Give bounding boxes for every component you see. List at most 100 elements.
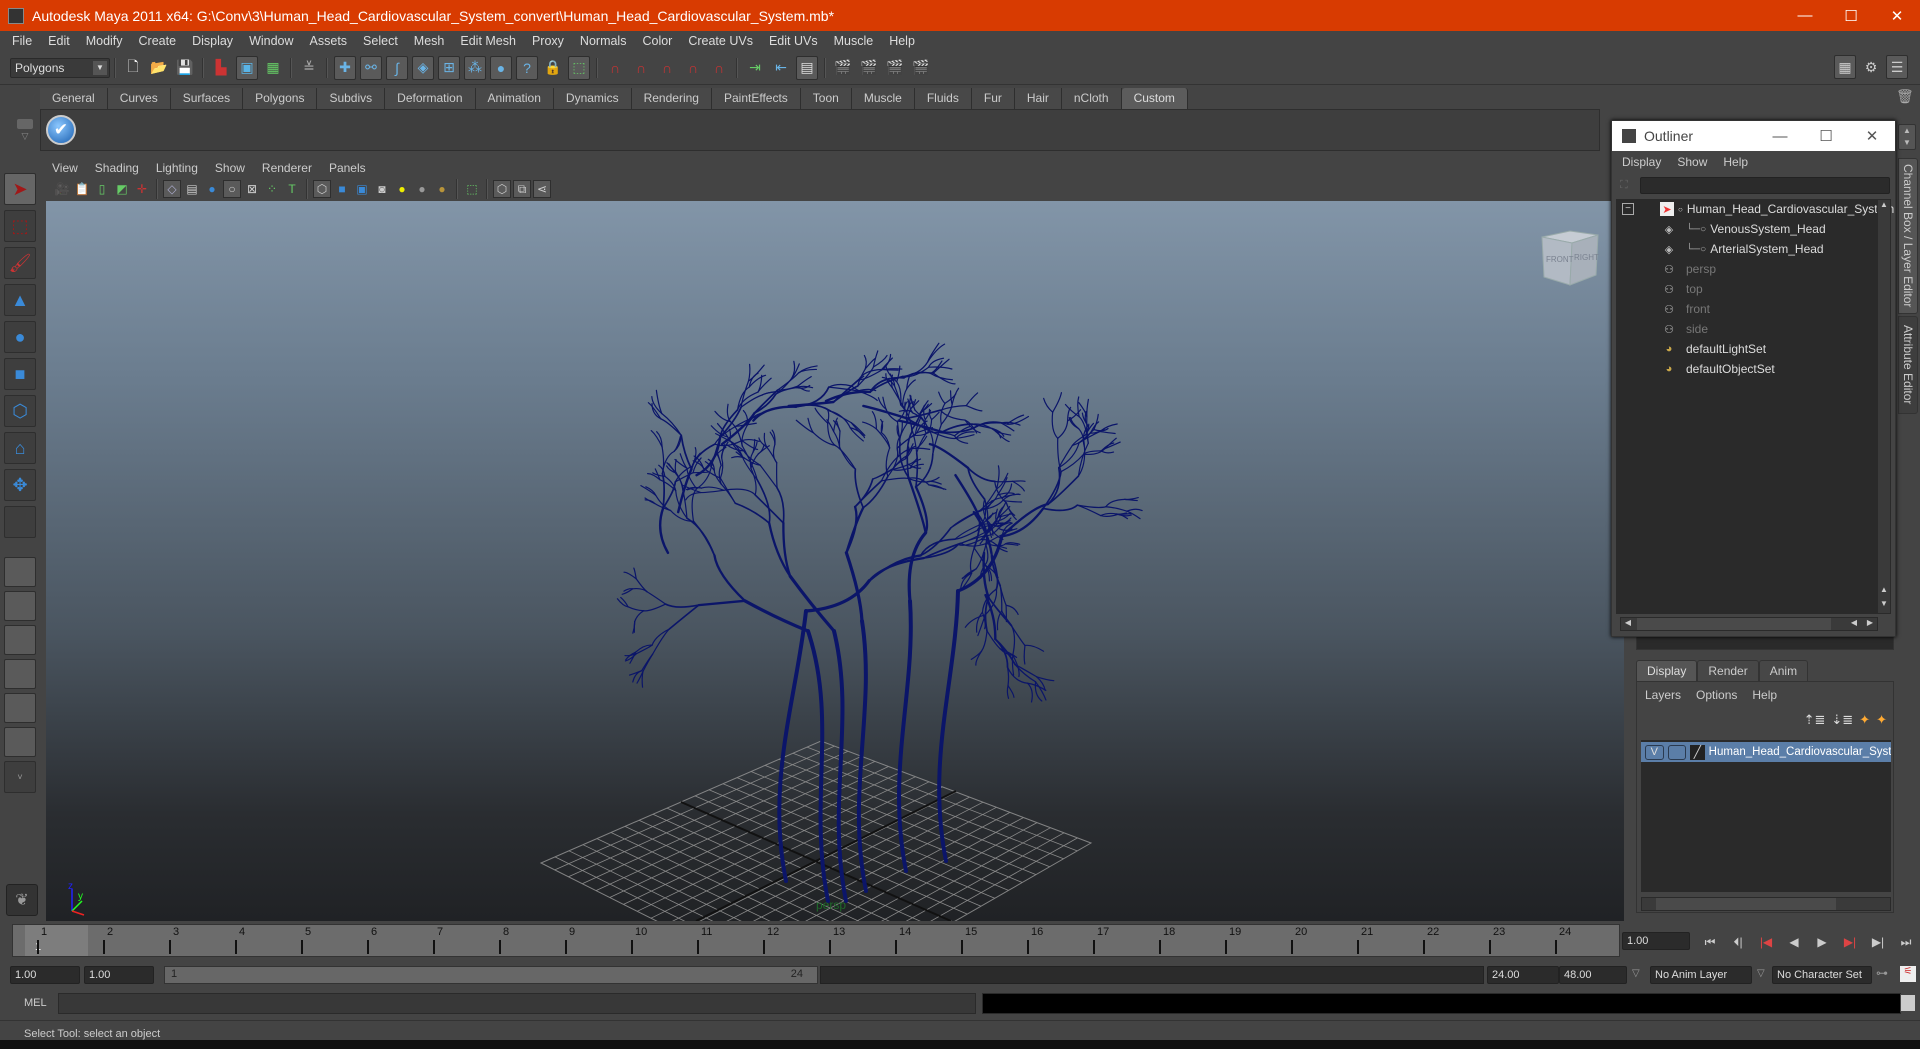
outliner-item[interactable]: ⚇ front (1660, 299, 1710, 319)
help-icon[interactable]: ? (516, 55, 538, 80)
animation-start-field[interactable]: 1.00 (10, 966, 80, 984)
key-icon[interactable]: ⊶ (1876, 966, 1888, 980)
input-ops-icon[interactable]: ⇥ (744, 56, 766, 80)
outliner-item[interactable]: ⚇ persp (1660, 259, 1716, 279)
menu-muscle[interactable]: Muscle (826, 34, 882, 48)
shelf-tab-hair[interactable]: Hair (1014, 88, 1062, 109)
shelf-tab-painteffects[interactable]: PaintEffects (711, 88, 801, 109)
render-current-icon[interactable]: 🎬 (858, 56, 880, 80)
shelf-tab-toon[interactable]: Toon (800, 88, 852, 109)
attribute-editor-tab[interactable]: Attribute Editor (1898, 316, 1918, 414)
menu-select[interactable]: Select (355, 34, 406, 48)
layer-tab-render[interactable]: Render (1697, 660, 1759, 681)
tool-settings-toggle-icon[interactable]: ⚙ (1860, 55, 1882, 79)
outliner-filter-input[interactable] (1640, 177, 1890, 194)
bookmark-icon[interactable]: ▯ (93, 180, 111, 198)
scale-tool-icon[interactable]: ■ (4, 358, 36, 390)
channel-scroll-arrows[interactable]: ▲ ▼ (1898, 124, 1916, 150)
safe-action-icon[interactable]: ⁘ (263, 180, 281, 198)
character-set-dropdown-icon[interactable]: ▽ (1757, 968, 1765, 979)
outliner-maximize-button[interactable]: ☐ (1803, 121, 1849, 151)
use-all-lights-icon[interactable]: ● (393, 180, 411, 198)
select-by-hierarchy-icon[interactable]: ▙ (210, 56, 232, 80)
four-view-layout-icon[interactable] (4, 591, 36, 621)
layer-row[interactable]: V ╱ Human_Head_Cardiovascular_System (1641, 742, 1891, 762)
smooth-shade-icon[interactable]: ■ (333, 180, 351, 198)
isolate-select-icon[interactable]: ⬚ (463, 180, 481, 198)
safe-title-icon[interactable]: T (283, 180, 301, 198)
shelf-tab-custom[interactable]: Custom (1121, 88, 1188, 109)
single-perspective-layout-icon[interactable] (4, 557, 36, 587)
menu-edit-mesh[interactable]: Edit Mesh (452, 34, 524, 48)
anim-layer-field[interactable]: No Anim Layer (1650, 966, 1752, 984)
move-layer-up-icon[interactable]: ⇡≣ (1804, 712, 1826, 728)
panel-menu-lighting[interactable]: Lighting (156, 161, 198, 175)
wireframe-icon[interactable]: ⬡ (313, 180, 331, 198)
outliner-item[interactable]: ⚇ side (1660, 319, 1708, 339)
menu-display[interactable]: Display (184, 34, 241, 48)
outliner-minimize-button[interactable]: — (1757, 121, 1803, 151)
shelf-tab-rendering[interactable]: Rendering (631, 88, 712, 109)
checkmark-shelf-button[interactable]: ✔ (46, 115, 76, 145)
menu-create[interactable]: Create (131, 34, 185, 48)
menu-color[interactable]: Color (634, 34, 680, 48)
playback-end-field[interactable]: 24.00 (1487, 966, 1559, 984)
step-back-key-button[interactable]: |◀ (1752, 932, 1780, 952)
panel-menu-show[interactable]: Show (215, 161, 245, 175)
render-view-icon[interactable]: 🎬 (832, 56, 854, 80)
scrollbar-thumb[interactable] (1637, 618, 1831, 630)
shelf-menu-button[interactable]: ▽ (14, 115, 36, 143)
shelf-tab-ncloth[interactable]: nCloth (1061, 88, 1122, 109)
range-slider[interactable]: 1 24 (164, 966, 818, 984)
scroll-up-icon[interactable]: ▲ (1878, 585, 1890, 599)
persp-outliner-graph-layout-icon[interactable] (4, 727, 36, 757)
minimize-button[interactable]: — (1782, 0, 1828, 31)
wireframe-on-shaded-icon[interactable]: ▣ (353, 180, 371, 198)
outliner-title-bar[interactable]: Outliner — ☐ ✕ (1612, 121, 1895, 151)
film-gate-icon[interactable]: ▤ (183, 180, 201, 198)
menu-edit-uvs[interactable]: Edit UVs (761, 34, 826, 48)
menu-create-uvs[interactable]: Create UVs (680, 34, 761, 48)
panel-menu-panels[interactable]: Panels (329, 161, 366, 175)
select-by-object-icon[interactable]: ▣ (236, 55, 258, 80)
menu-help[interactable]: Help (881, 34, 923, 48)
field-chart-icon[interactable]: ⊠ (243, 180, 261, 198)
shelf-tab-curves[interactable]: Curves (107, 88, 171, 109)
manipulator-tool-icon[interactable]: ⬡ (4, 395, 36, 427)
open-scene-icon[interactable]: 📂 (148, 56, 170, 80)
shelf-tab-polygons[interactable]: Polygons (243, 88, 318, 109)
lasso-tool-icon[interactable]: ⬚ (4, 210, 36, 242)
scroll-up-icon[interactable]: ▲ (1878, 200, 1890, 214)
camera-select-icon[interactable]: 🎥 (53, 180, 71, 198)
outliner-persp-layout-icon[interactable] (4, 625, 36, 655)
lock-icon[interactable]: 🔒 (542, 56, 564, 80)
gate-mask-icon[interactable]: ○ (223, 180, 241, 198)
current-frame-field[interactable]: 1.00 (1622, 932, 1690, 950)
outliner-close-button[interactable]: ✕ (1849, 121, 1895, 151)
new-scene-icon[interactable]: 🗋 (122, 56, 144, 80)
ipr-render-icon[interactable]: 🎬 (884, 56, 906, 80)
last-tool-slot[interactable] (4, 506, 36, 538)
show-manipulator-tool-icon[interactable]: ✥ (4, 469, 36, 501)
move-layer-down-icon[interactable]: ⇣≣ (1831, 712, 1853, 728)
magnet-icon-4[interactable]: ∩ (682, 56, 704, 80)
layer-menu-options[interactable]: Options (1696, 688, 1737, 702)
scroll-left-icon[interactable]: ◀ (1621, 618, 1635, 627)
menu-mesh[interactable]: Mesh (406, 34, 453, 48)
shelf-tab-general[interactable]: General (40, 88, 108, 109)
close-button[interactable]: ✕ (1874, 0, 1920, 31)
menu-file[interactable]: File (4, 34, 40, 48)
step-forward-frame-button[interactable]: ▶| (1864, 932, 1892, 952)
menu-edit[interactable]: Edit (40, 34, 78, 48)
range-slider-track[interactable] (820, 966, 1484, 984)
magnet-icon-2[interactable]: ∩ (630, 56, 652, 80)
scroll-right-icon[interactable]: ▶ (1863, 618, 1877, 627)
layout-more-icon[interactable]: ˅ (4, 761, 36, 793)
filter-icon[interactable]: ≚ (298, 56, 320, 80)
resolution-gate-icon[interactable]: ● (203, 180, 221, 198)
play-backwards-button[interactable]: ◀ (1780, 932, 1808, 952)
layer-visibility-toggle[interactable]: V (1645, 744, 1664, 760)
menu-modify[interactable]: Modify (78, 34, 131, 48)
shelf-tab-animation[interactable]: Animation (475, 88, 554, 109)
outliner-item[interactable]: ➤ ○ Human_Head_Cardiovascular_System (1660, 199, 1894, 219)
